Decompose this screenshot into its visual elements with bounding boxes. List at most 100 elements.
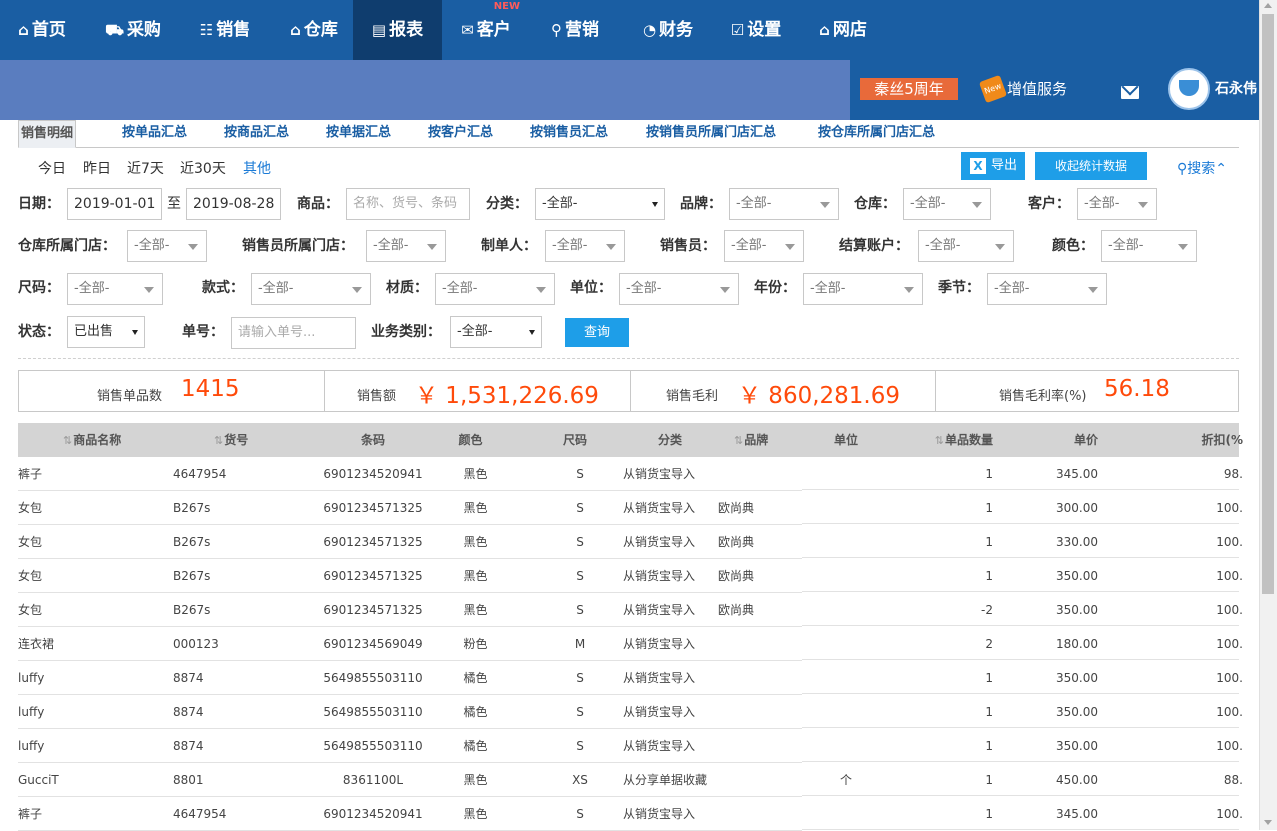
style-select[interactable]: -全部- bbox=[251, 273, 371, 305]
nav-item[interactable]: ✉ 客户 NEW bbox=[444, 0, 528, 60]
column-header[interactable]: ⇅货号 bbox=[214, 423, 294, 457]
table-row[interactable]: luffy 8874 5649855503110 橘色 S 从销货宝导入 1 350.00 10… bbox=[18, 661, 1243, 695]
seller-select[interactable]: -全部- bbox=[724, 230, 804, 262]
table-cell: 女包 bbox=[18, 535, 43, 549]
quick-date-30days[interactable]: 近30天 bbox=[180, 158, 226, 178]
search-toggle[interactable]: ⚲搜索⌃ bbox=[1177, 158, 1227, 178]
sort-icon[interactable]: ⇅ bbox=[63, 434, 72, 447]
table-row[interactable]: luffy 8874 5649855503110 橘色 S 从销货宝导入 1 350.00 10… bbox=[18, 695, 1243, 729]
nav-item[interactable]: ⌂ 首页 bbox=[6, 0, 78, 60]
seller-store-select[interactable]: -全部- bbox=[366, 230, 446, 262]
table-cell: S bbox=[576, 569, 584, 583]
tab-by-sku[interactable]: 按单品汇总 bbox=[122, 120, 187, 148]
table-row[interactable]: 女包 B267s 6901234571325 黑色 S 从销货宝导入 欧尚典 1 300.00 1… bbox=[18, 491, 1243, 525]
category-select[interactable]: -全部- bbox=[535, 188, 665, 220]
warehouse-select[interactable]: -全部- bbox=[903, 188, 991, 220]
creator-select[interactable]: -全部- bbox=[545, 230, 625, 262]
warehouse-store-select[interactable]: -全部- bbox=[127, 230, 207, 262]
customer-select[interactable]: -全部- bbox=[1077, 188, 1157, 220]
collapse-stats-button[interactable]: 收起统计数据 bbox=[1035, 152, 1147, 180]
table-row[interactable]: 女包 B267s 6901234571325 黑色 S 从销货宝导入 欧尚典 1 350.00 1… bbox=[18, 559, 1243, 593]
table-cell: 1 bbox=[985, 705, 993, 719]
nav-item[interactable]: ▤ 报表 bbox=[353, 0, 442, 60]
table-row[interactable]: 女包 B267s 6901234571325 黑色 S 从销货宝导入 欧尚典 1 330.00 1… bbox=[18, 525, 1243, 559]
value-added-service-link[interactable]: 增值服务 bbox=[1007, 78, 1067, 100]
nav-item[interactable]: ⌂ 仓库 bbox=[274, 0, 354, 60]
quick-date-7days[interactable]: 近7天 bbox=[127, 158, 164, 178]
row-divider bbox=[802, 557, 1239, 558]
username[interactable]: 石永伟 bbox=[1215, 78, 1257, 100]
tab-by-product[interactable]: 按商品汇总 bbox=[224, 120, 289, 148]
sort-icon[interactable]: ⇅ bbox=[214, 434, 223, 447]
date-from-input[interactable]: 2019-01-01 bbox=[67, 188, 162, 220]
material-select[interactable]: -全部- bbox=[435, 273, 555, 305]
style-label: 款式： bbox=[202, 280, 244, 296]
table-row[interactable]: luffy 8874 5649855503110 橘色 S 从销货宝导入 1 350.00 10… bbox=[18, 729, 1243, 763]
nav-item[interactable]: ⚲ 营销 bbox=[533, 0, 617, 60]
dropdown-arrow-icon bbox=[652, 202, 658, 207]
tab-by-customer[interactable]: 按客户汇总 bbox=[428, 120, 493, 148]
tab-by-seller-store[interactable]: 按销售员所属门店汇总 bbox=[646, 120, 776, 148]
size-select[interactable]: -全部- bbox=[67, 273, 163, 305]
date-to-input[interactable]: 2019-08-28 bbox=[186, 188, 281, 220]
order-no-input[interactable]: 请输入单号... bbox=[231, 317, 356, 349]
column-header[interactable]: ⇅商品名称 bbox=[63, 423, 173, 457]
dropdown-arrow-icon bbox=[785, 244, 795, 250]
table-row[interactable]: 连衣裙 000123 6901234569049 粉色 M 从销货宝导入 2 180.00 10… bbox=[18, 627, 1243, 661]
column-header[interactable]: ⇅单品数量 bbox=[888, 423, 993, 457]
season-select[interactable]: -全部- bbox=[987, 273, 1107, 305]
export-button[interactable]: X 导出 bbox=[961, 152, 1025, 180]
avatar[interactable] bbox=[1168, 68, 1210, 110]
sort-icon[interactable]: ⇅ bbox=[734, 434, 743, 447]
basket-icon: ⛟ bbox=[105, 21, 124, 39]
column-header-label: 尺码 bbox=[562, 433, 587, 447]
query-button[interactable]: 查询 bbox=[565, 318, 629, 347]
table-row[interactable]: 裤子 4647954 6901234520941 黑色 S 从销货宝导入 1 345.00 10… bbox=[18, 797, 1243, 831]
tab-by-order[interactable]: 按单据汇总 bbox=[326, 120, 391, 148]
nav-item[interactable]: ◔ 财务 bbox=[627, 0, 709, 60]
table-row[interactable]: GucciT 8801 8361100L 黑色 XS 从分享单据收藏 个 1 450.00 88. bbox=[18, 763, 1243, 797]
table-row[interactable]: 裤子 4647954 6901234520941 黑色 S 从销货宝导入 1 345.00 98… bbox=[18, 457, 1243, 491]
anniversary-badge[interactable]: 秦丝5周年 bbox=[860, 78, 958, 100]
status-select[interactable]: 已出售 bbox=[67, 316, 145, 348]
summary-item-profit: 销售毛利 ￥ 860,281.69 bbox=[630, 371, 935, 411]
table-cell: luffy bbox=[18, 705, 45, 719]
brand-select[interactable]: -全部- bbox=[729, 188, 839, 220]
nav-item[interactable]: ☷ 销售 bbox=[184, 0, 266, 60]
nav-item-label: 仓库 bbox=[303, 20, 338, 40]
year-select[interactable]: -全部- bbox=[803, 273, 923, 305]
table-cell: 欧尚典 bbox=[718, 535, 755, 549]
scroll-down-arrow-icon[interactable] bbox=[1264, 820, 1272, 825]
table-cell: 6901234571325 bbox=[323, 569, 423, 583]
table-cell: 从销货宝导入 bbox=[623, 739, 696, 753]
color-select[interactable]: -全部- bbox=[1101, 230, 1197, 262]
quick-date-other[interactable]: 其他 bbox=[243, 158, 271, 178]
tab-by-seller[interactable]: 按销售员汇总 bbox=[530, 120, 608, 148]
column-header[interactable]: ⇅品牌 bbox=[734, 423, 794, 457]
quick-date-today[interactable]: 今日 bbox=[38, 158, 66, 178]
biz-type-select[interactable]: -全部- bbox=[450, 316, 542, 348]
scroll-up-arrow-icon[interactable] bbox=[1264, 3, 1272, 8]
table-cell: 裤子 bbox=[18, 807, 43, 821]
nav-item[interactable]: ⌂ 网店 bbox=[806, 0, 880, 60]
table-cell: 从销货宝导入 bbox=[623, 535, 696, 549]
account-select[interactable]: -全部- bbox=[918, 230, 1014, 262]
unit-select[interactable]: -全部- bbox=[619, 273, 739, 305]
dropdown-arrow-icon bbox=[606, 244, 616, 250]
product-search-input[interactable]: 名称、货号、条码 bbox=[346, 188, 470, 220]
nav-item[interactable]: ☑ 设置 bbox=[715, 0, 797, 60]
table-header: ⇅商品名称 ⇅货号 条码 颜色 尺码 分类 ⇅品牌 单位 ⇅单品数量 单价 折扣(% bbox=[18, 423, 1243, 457]
table-row[interactable]: 女包 B267s 6901234571325 黑色 S 从销货宝导入 欧尚典 -2 350.00… bbox=[18, 593, 1243, 627]
mail-icon[interactable] bbox=[1121, 86, 1139, 99]
quick-date-yesterday[interactable]: 昨日 bbox=[83, 158, 111, 178]
table-cell bbox=[718, 797, 778, 831]
table-cell bbox=[718, 661, 778, 695]
tab-sales-detail[interactable]: 销售明细 bbox=[18, 120, 76, 148]
nav-item[interactable]: ⛟ 采购 bbox=[96, 0, 170, 60]
tab-by-warehouse-store[interactable]: 按仓库所属门店汇总 bbox=[818, 120, 935, 148]
sort-icon[interactable]: ⇅ bbox=[935, 434, 944, 447]
scrollbar-thumb[interactable] bbox=[1262, 14, 1274, 594]
category-value: -全部- bbox=[542, 196, 578, 211]
search-toggle-label: 搜索 bbox=[1187, 161, 1216, 177]
warehouse-store-value: -全部- bbox=[134, 238, 170, 253]
